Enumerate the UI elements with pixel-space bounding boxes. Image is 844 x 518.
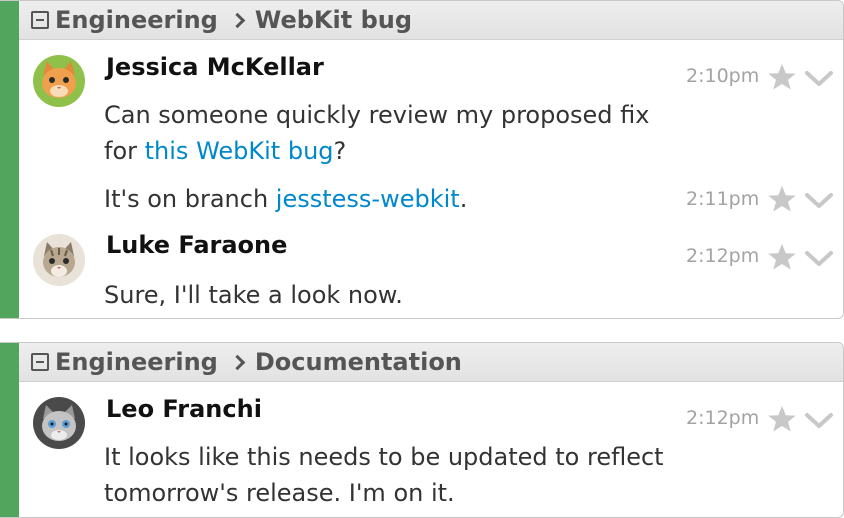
message-content: It's on branch jesstess-webkit. [104, 181, 664, 217]
topic-name[interactable]: Documentation [255, 348, 462, 376]
tabby-kitten-avatar [33, 234, 85, 286]
stream-color-bar [0, 343, 19, 517]
star-icon[interactable] [767, 184, 797, 214]
message-time[interactable]: 2:12pm [686, 407, 759, 429]
avatar[interactable] [33, 234, 85, 286]
stream-color-bar [0, 1, 19, 318]
message-text-end: . [459, 185, 468, 213]
grey-kitten-avatar [33, 397, 85, 449]
collapse-icon[interactable] [31, 353, 49, 371]
message-text: It's on branch [104, 185, 276, 213]
collapse-icon[interactable] [31, 11, 49, 29]
message-text-end: ? [333, 137, 347, 165]
chevron-down-icon[interactable] [803, 249, 835, 269]
recipient-block-documentation: Engineering Documentation Leo Franchi 2:… [0, 342, 844, 518]
avatar[interactable] [33, 55, 85, 107]
recipient-block-webkit-bug: Engineering WebKit bug Jessica McKellar … [0, 0, 844, 319]
sender-name[interactable]: Leo Franchi [106, 395, 262, 423]
stream-name[interactable]: Engineering [55, 6, 218, 34]
star-icon[interactable] [767, 242, 797, 272]
topic-name[interactable]: WebKit bug [255, 6, 412, 34]
recipient-header[interactable]: Engineering Documentation [19, 343, 843, 382]
orange-kitten-avatar [33, 55, 85, 107]
message-time[interactable]: 2:11pm [686, 188, 759, 210]
branch-link[interactable]: jesstess-webkit [276, 185, 460, 213]
message-text: Sure, I'll take a look now. [104, 281, 403, 309]
chevron-right-icon [229, 354, 246, 370]
message-time[interactable]: 2:10pm [686, 65, 759, 87]
message-content: Can someone quickly review my proposed f… [104, 97, 664, 169]
star-icon[interactable] [767, 62, 797, 92]
star-icon[interactable] [767, 404, 797, 434]
recipient-header[interactable]: Engineering WebKit bug [19, 1, 843, 40]
chevron-down-icon[interactable] [803, 69, 835, 89]
message-text: It looks like this needs to be updated t… [104, 443, 664, 507]
message-time[interactable]: 2:12pm [686, 245, 759, 267]
sender-name[interactable]: Luke Faraone [106, 231, 287, 259]
stream-name[interactable]: Engineering [55, 348, 218, 376]
avatar[interactable] [33, 397, 85, 449]
sender-name[interactable]: Jessica McKellar [106, 53, 324, 81]
message-link[interactable]: this WebKit bug [145, 137, 334, 165]
chevron-down-icon[interactable] [803, 191, 835, 211]
chevron-right-icon [229, 12, 246, 28]
chevron-down-icon[interactable] [803, 411, 835, 431]
